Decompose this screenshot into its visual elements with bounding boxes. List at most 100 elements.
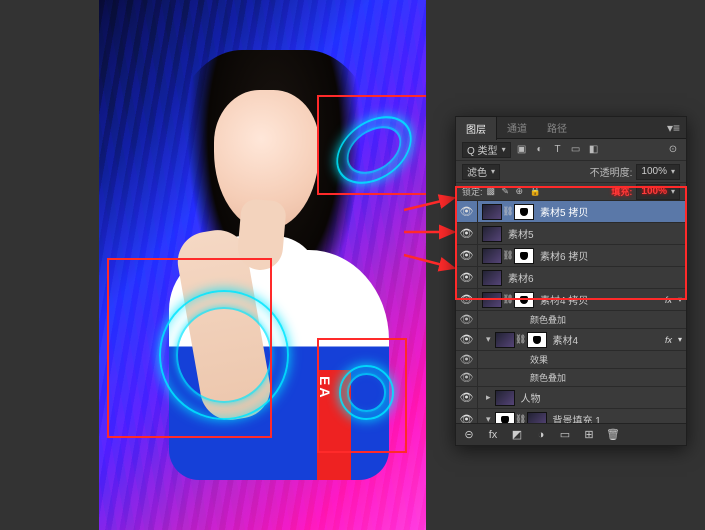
layer-body: ⛓素材6 拷贝 [478, 245, 686, 266]
layer-row[interactable]: 👁▾⛓背景填充 1 [456, 409, 686, 423]
visibility-eye-icon[interactable]: 👁 [456, 201, 478, 222]
visibility-eye-icon[interactable]: 👁 [456, 267, 478, 288]
layer-thumb[interactable] [482, 248, 502, 264]
add-mask-icon[interactable]: ◩ [508, 427, 526, 443]
disclosure-triangle-icon[interactable]: ▾ [482, 334, 495, 345]
layer-name[interactable]: 人物 [515, 390, 686, 405]
link-icon: ⛓ [502, 294, 514, 305]
visibility-eye-icon[interactable]: 👁 [456, 311, 478, 328]
chevron-down-icon: ▾ [491, 167, 495, 176]
filter-pixel-icon[interactable]: ▣ [515, 143, 529, 157]
layer-row[interactable]: 👁 颜色叠加 [456, 311, 686, 329]
layer-row[interactable]: 👁 ⛓ 素材5 拷贝 [456, 201, 686, 223]
layer-row[interactable]: 👁▾⛓素材4fx▾ [456, 329, 686, 351]
chevron-down-icon: ▾ [671, 167, 675, 176]
layer-name[interactable]: 背景填充 1 [547, 412, 686, 423]
layer-name[interactable]: 颜色叠加 [524, 313, 686, 326]
visibility-eye-icon[interactable]: 👁 [456, 223, 478, 244]
layer-thumb[interactable] [482, 292, 502, 308]
panel-tabbar: 图层 通道 路径 ▾≡ [456, 117, 686, 139]
layer-name[interactable]: 素材4 [547, 332, 659, 347]
layer-body: 颜色叠加 [478, 369, 686, 386]
link-icon: ⛓ [515, 334, 527, 345]
fx-badge[interactable]: fx [659, 295, 678, 305]
adjustment-icon[interactable]: ◑ [532, 427, 550, 443]
layer-name[interactable]: 素材5 [502, 226, 686, 241]
visibility-eye-icon[interactable]: 👁 [456, 329, 478, 350]
layer-mask-thumb[interactable] [527, 332, 547, 348]
fill-label: 填充: [611, 185, 632, 198]
visibility-eye-icon[interactable]: 👁 [456, 289, 478, 310]
fill-field[interactable]: 100% ▾ [636, 184, 680, 200]
lock-label: 锁定: [462, 185, 483, 198]
layer-name[interactable]: 素材4 拷贝 [534, 292, 659, 307]
link-icon: ⛓ [502, 206, 514, 217]
filter-shape-icon[interactable]: ▭ [569, 143, 583, 157]
annotation-box-1 [317, 95, 426, 195]
layer-thumb[interactable] [527, 412, 547, 424]
visibility-eye-icon[interactable]: 👁 [456, 351, 478, 368]
chevron-down-icon: ▾ [502, 145, 506, 154]
link-layers-icon[interactable]: ⊝ [460, 427, 478, 443]
kind-filter-label: Q 类型 [467, 142, 498, 157]
layer-thumb[interactable] [495, 332, 515, 348]
document-canvas[interactable]: EA [99, 0, 426, 530]
fx-disclosure-icon[interactable]: ▾ [678, 295, 686, 304]
layer-row[interactable]: 👁 ▸ 人物 [456, 387, 686, 409]
fx-disclosure-icon[interactable]: ▾ [678, 335, 686, 344]
panel-menu-icon[interactable]: ▾≡ [661, 121, 686, 135]
layer-list[interactable]: 👁⛓素材5 拷贝👁素材5👁⛓素材6 拷贝👁素材6👁⛓素材4 拷贝fx▾👁颜色叠加… [456, 201, 686, 423]
blend-mode-select[interactable]: 滤色 ▾ [462, 164, 500, 180]
tab-channels[interactable]: 通道 [497, 116, 537, 139]
fx-badge[interactable]: fx [659, 335, 678, 345]
layers-panel[interactable]: 图层 通道 路径 ▾≡ Q 类型 ▾ ▣ ◐ T ▭ ◧ ⊙ 滤色 ▾ 不透明度… [455, 116, 687, 446]
disclosure-triangle-icon[interactable]: ▾ [482, 414, 495, 423]
layer-mask-thumb[interactable] [514, 204, 534, 220]
layer-name[interactable]: 素材6 拷贝 [534, 248, 686, 263]
filter-adjust-icon[interactable]: ◐ [533, 143, 547, 157]
layer-body: 颜色叠加 [478, 311, 686, 328]
layer-row[interactable]: 👁 ⛓ 素材4 拷贝fx▾ [456, 289, 686, 311]
tab-paths[interactable]: 路径 [537, 116, 577, 139]
visibility-eye-icon[interactable]: 👁 [456, 387, 478, 408]
layer-thumb[interactable] [482, 204, 502, 220]
layer-thumb[interactable] [482, 270, 502, 286]
filter-toggle[interactable]: ⊙ [666, 143, 680, 157]
layer-row[interactable]: 👁⛓素材6 拷贝 [456, 245, 686, 267]
layer-body: 素材6 [478, 267, 686, 288]
layer-thumb[interactable] [495, 390, 515, 406]
disclosure-triangle-icon[interactable]: ▸ [482, 392, 495, 403]
blend-opacity-row: 滤色 ▾ 不透明度: 100% ▾ [456, 161, 686, 183]
layer-mask-thumb[interactable] [495, 412, 515, 424]
layer-thumb[interactable] [482, 226, 502, 242]
group-icon[interactable]: ▭ [556, 427, 574, 443]
layer-body: ⛓ 素材4 拷贝fx▾ [478, 289, 686, 310]
layer-row[interactable]: 👁 效果 [456, 351, 686, 369]
delete-layer-icon[interactable]: 🗑 [604, 427, 622, 443]
new-layer-icon[interactable]: ⊞ [580, 427, 598, 443]
layer-body: ▾⛓素材4fx▾ [478, 329, 686, 350]
layer-body: ⛓ 素材5 拷贝 [478, 201, 686, 222]
filter-smart-icon[interactable]: ◧ [587, 143, 601, 157]
visibility-eye-icon[interactable]: 👁 [456, 245, 478, 266]
layer-name[interactable]: 素材6 [502, 270, 686, 285]
layer-name[interactable]: 素材5 拷贝 [534, 204, 686, 219]
layer-row[interactable]: 👁 素材6 [456, 267, 686, 289]
layer-body: 效果 [478, 351, 686, 368]
layer-name[interactable]: 颜色叠加 [524, 371, 686, 384]
layer-mask-thumb[interactable] [514, 248, 534, 264]
layer-name[interactable]: 效果 [524, 353, 686, 366]
layer-mask-thumb[interactable] [514, 292, 534, 308]
opacity-field[interactable]: 100% ▾ [636, 164, 680, 180]
visibility-eye-icon[interactable]: 👁 [456, 409, 478, 423]
annotation-box-3 [317, 338, 407, 453]
annotation-box-2 [107, 258, 272, 438]
kind-filter[interactable]: Q 类型 ▾ [462, 142, 511, 158]
visibility-eye-icon[interactable]: 👁 [456, 369, 478, 386]
layer-row[interactable]: 👁 素材5 [456, 223, 686, 245]
layer-row[interactable]: 👁 颜色叠加 [456, 369, 686, 387]
fx-icon[interactable]: fx [484, 427, 502, 443]
tab-layers[interactable]: 图层 [456, 116, 497, 140]
filter-type-icon[interactable]: T [551, 143, 565, 157]
lock-icons[interactable]: ▩ ✎ ⊕ 🔒 [487, 186, 543, 197]
